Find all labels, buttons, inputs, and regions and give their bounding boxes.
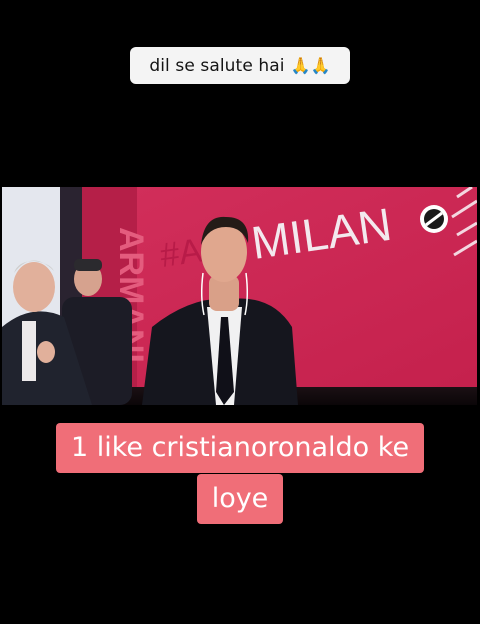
praying-hands-icon: 🙏🙏 <box>290 56 331 75</box>
top-caption: dil se salute hai 🙏🙏 <box>130 47 350 84</box>
caption-line-2-text: loye <box>196 474 284 524</box>
video-frame-image: ARMANI #ALL MILAN <box>2 187 477 405</box>
caption-line-1-text: 1 like cristianoronaldo ke <box>55 423 425 473</box>
overlay-caption-line-1: 1 like cristianoronaldo ke <box>0 423 480 473</box>
club-badge-icon <box>420 205 448 233</box>
top-caption-text: dil se salute hai <box>149 55 285 76</box>
video-player[interactable]: ARMANI #ALL MILAN <box>2 187 477 405</box>
overlay-caption-line-2: loye <box>0 474 480 524</box>
